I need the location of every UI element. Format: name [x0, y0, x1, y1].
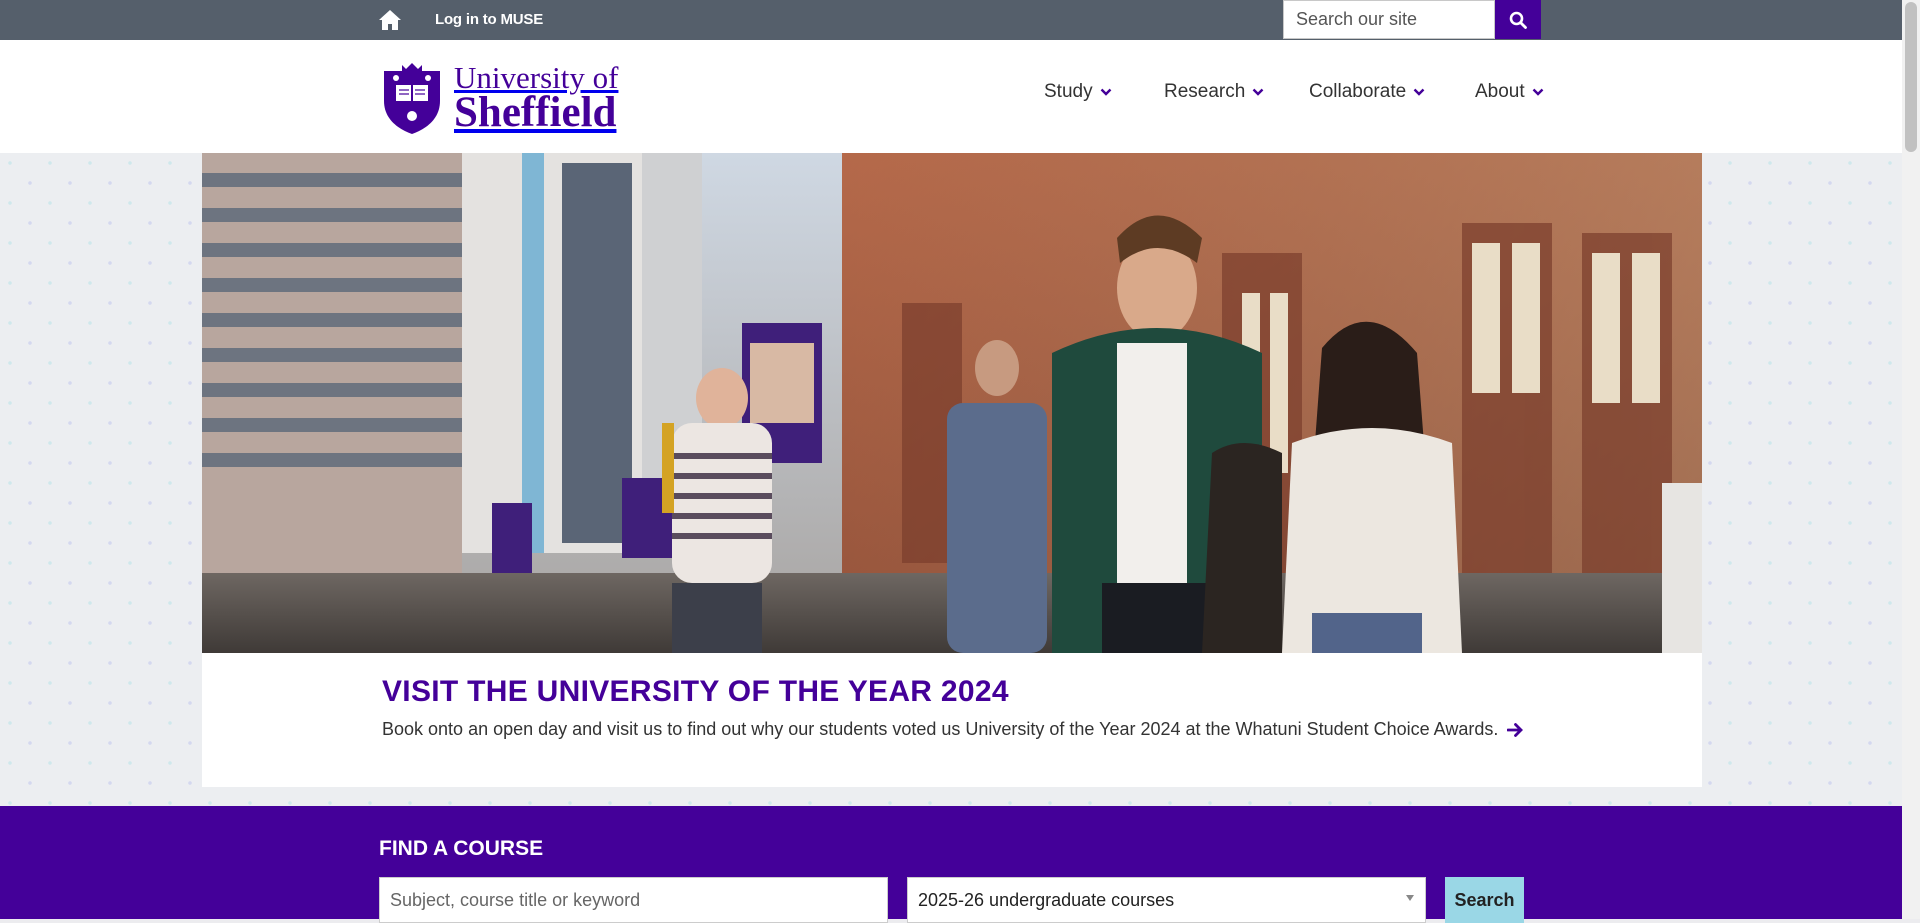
hero-banner[interactable]: VISIT THE UNIVERSITY OF THE YEAR 2024 Bo… — [202, 153, 1702, 787]
course-finder: FIND A COURSE 2025-26 undergraduate cour… — [0, 806, 1902, 923]
nav-study-label: Study — [1044, 81, 1093, 102]
arrow-right-icon — [1507, 723, 1524, 738]
main-nav: Study Research Collaborate About — [0, 81, 1902, 111]
site-header: University of Sheffield Study Research C… — [0, 40, 1902, 153]
hero-title[interactable]: VISIT THE UNIVERSITY OF THE YEAR 2024 — [382, 675, 1009, 709]
nav-about[interactable]: About — [1475, 81, 1544, 103]
course-search-button[interactable]: Search — [1445, 877, 1524, 923]
course-type-selected: 2025-26 undergraduate courses — [918, 889, 1175, 910]
chevron-down-icon — [1252, 88, 1264, 96]
nav-study[interactable]: Study — [1044, 81, 1112, 103]
chevron-down-icon — [1413, 88, 1425, 96]
site-search-input[interactable] — [1283, 0, 1495, 39]
page-scrollbar[interactable] — [1902, 0, 1920, 919]
nav-research-label: Research — [1164, 81, 1246, 102]
nav-collaborate[interactable]: Collaborate — [1309, 81, 1425, 103]
chevron-down-icon — [1406, 895, 1414, 901]
site-search-button[interactable] — [1495, 0, 1541, 39]
scrollbar-thumb[interactable] — [1905, 2, 1917, 152]
chevron-down-icon — [1532, 88, 1544, 96]
course-type-select[interactable]: 2025-26 undergraduate courses — [907, 877, 1426, 923]
campus-students-photo — [202, 153, 1702, 653]
hero-image — [202, 153, 1702, 653]
login-muse-link[interactable]: Log in to MUSE — [435, 11, 543, 28]
course-finder-title: FIND A COURSE — [379, 837, 544, 860]
utility-bar: Log in to MUSE — [0, 0, 1902, 40]
site-search — [1283, 0, 1541, 39]
course-keyword-input[interactable] — [379, 877, 888, 923]
nav-collaborate-label: Collaborate — [1309, 81, 1407, 102]
search-icon — [1509, 11, 1527, 29]
nav-about-label: About — [1475, 81, 1525, 102]
nav-research[interactable]: Research — [1164, 81, 1264, 103]
hero-description-text: Book onto an open day and visit us to fi… — [382, 719, 1499, 739]
home-icon[interactable] — [378, 9, 402, 31]
hero-description[interactable]: Book onto an open day and visit us to fi… — [382, 719, 1524, 740]
chevron-down-icon — [1100, 88, 1111, 96]
